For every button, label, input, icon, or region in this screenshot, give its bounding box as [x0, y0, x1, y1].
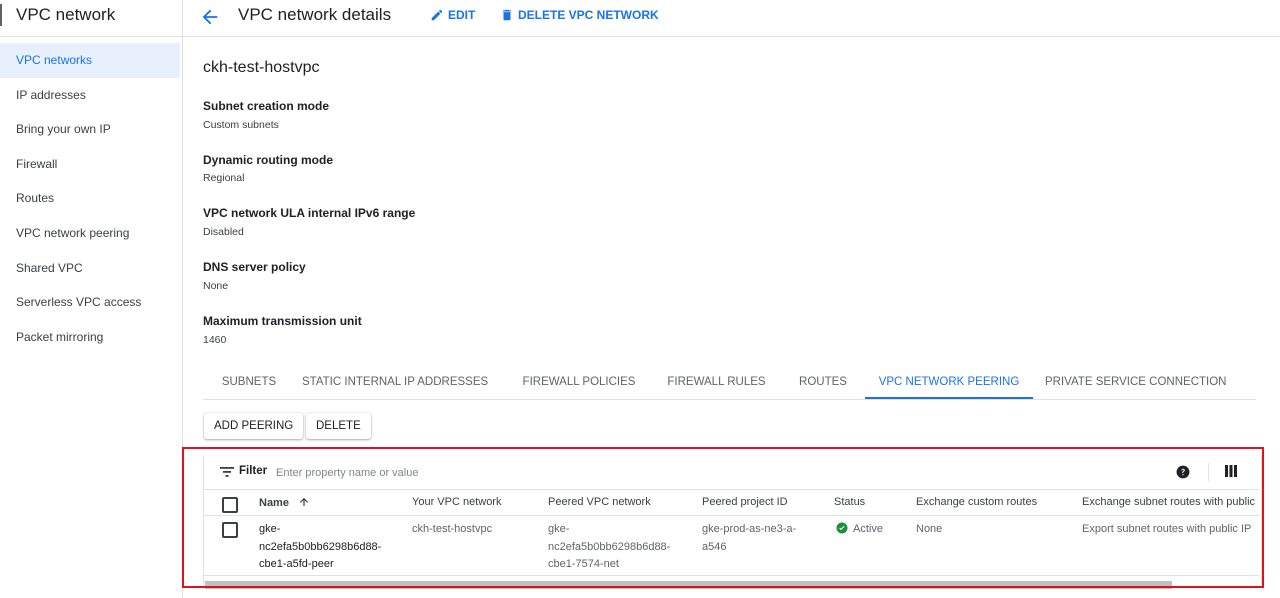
ula-ipv6-range-label: VPC network ULA internal IPv6 range [203, 206, 416, 220]
ula-ipv6-range-value: Disabled [203, 226, 244, 238]
trash-icon [502, 9, 512, 21]
sidebar-nav: VPC networks IP addresses Bring your own… [0, 43, 182, 354]
dns-server-policy-value: None [203, 280, 229, 292]
delete-vpc-network-button[interactable]: DELETE VPC NETWORK [500, 8, 659, 22]
pencil-icon [431, 9, 443, 21]
dynamic-routing-mode-value: Regional [203, 172, 245, 184]
dynamic-routing-mode-label: Dynamic routing mode [203, 153, 334, 167]
mtu-label: Maximum transmission unit [203, 314, 362, 328]
tab-private-service-connection[interactable]: PRIVATE SERVICE CONNECTION [1045, 372, 1226, 397]
dns-server-policy-label: DNS server policy [203, 260, 306, 274]
sidebar: VPC network VPC networks IP addresses Br… [0, 0, 183, 598]
sidebar-item-packet-mirroring[interactable]: Packet mirroring [0, 320, 182, 355]
delete-button[interactable]: DELETE [306, 413, 371, 439]
tab-firewall-rules[interactable]: FIREWALL RULES [662, 372, 771, 397]
add-peering-button[interactable]: ADD PEERING [204, 413, 304, 439]
back-arrow-icon[interactable] [199, 6, 221, 28]
tab-firewall-policies[interactable]: FIREWALL POLICIES [516, 372, 642, 397]
sidebar-item-serverless-vpc-access[interactable]: Serverless VPC access [0, 285, 182, 320]
edit-label: EDIT [448, 8, 476, 22]
subnet-creation-mode-value: Custom subnets [203, 119, 279, 131]
network-name: ckh-test-hostvpc [203, 59, 320, 76]
sidebar-title: VPC network [16, 5, 116, 24]
mtu-value: 1460 [203, 334, 227, 346]
sidebar-item-vpc-network-peering[interactable]: VPC network peering [0, 216, 182, 251]
tab-vpc-network-peering[interactable]: VPC NETWORK PEERING [865, 372, 1033, 399]
sidebar-item-bring-your-own-ip[interactable]: Bring your own IP [0, 112, 182, 147]
sidebar-item-shared-vpc[interactable]: Shared VPC [0, 251, 182, 286]
sidebar-item-vpc-networks[interactable]: VPC networks [0, 43, 180, 78]
divider [0, 36, 182, 37]
page-header: VPC network details EDIT DELETE VPC NETW… [183, 0, 1280, 37]
menu-edge-icon [0, 4, 2, 26]
tab-static-internal-ip-addresses[interactable]: STATIC INTERNAL IP ADDRESSES [302, 372, 488, 397]
highlight-box [182, 447, 1264, 588]
sidebar-item-firewall[interactable]: Firewall [0, 147, 182, 182]
tab-subnets[interactable]: SUBNETS [203, 372, 295, 397]
delete-vpc-network-label: DELETE VPC NETWORK [518, 8, 659, 22]
subnet-creation-mode-label: Subnet creation mode [203, 99, 330, 113]
page-title: VPC network details [238, 5, 392, 24]
tab-bar: SUBNETS STATIC INTERNAL IP ADDRESSES FIR… [203, 372, 1256, 400]
edit-button[interactable]: EDIT [430, 8, 475, 22]
tab-routes[interactable]: ROUTES [791, 372, 855, 397]
sidebar-item-routes[interactable]: Routes [0, 181, 182, 216]
sidebar-item-ip-addresses[interactable]: IP addresses [0, 78, 182, 113]
